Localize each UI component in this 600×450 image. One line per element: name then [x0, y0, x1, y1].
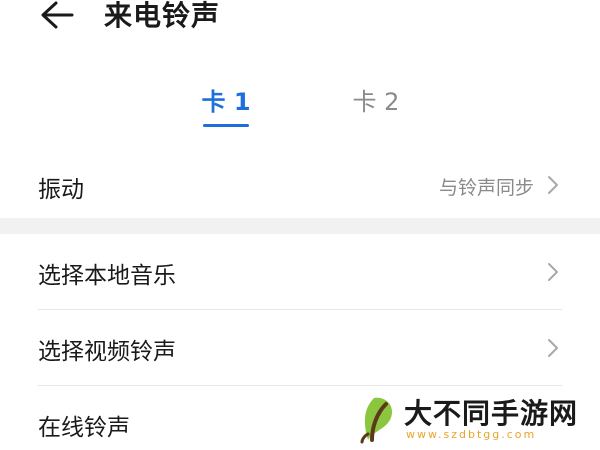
- select-local-music-row[interactable]: 选择本地音乐: [0, 234, 600, 310]
- vibration-label: 振动: [38, 177, 84, 203]
- tab-active-indicator: [203, 124, 249, 127]
- select-video-ringtone-row[interactable]: 选择视频铃声: [0, 310, 600, 386]
- sim-tabs: 卡 1 卡 2: [0, 84, 600, 134]
- watermark-brand: 大不同手游网: [404, 397, 579, 430]
- back-button[interactable]: [36, 0, 76, 32]
- arrow-left-icon: [41, 1, 74, 29]
- app-header: 来电铃声: [0, 0, 600, 40]
- page-title: 来电铃声: [104, 0, 221, 32]
- online-ringtone-label: 在线铃声: [38, 415, 130, 441]
- chevron-right-icon: [548, 176, 558, 194]
- tab-sim-2[interactable]: 卡 2: [336, 84, 416, 132]
- select-local-music-label: 选择本地音乐: [38, 263, 176, 289]
- vibration-row[interactable]: 振动 与铃声同步: [0, 158, 600, 216]
- leaf-logo-icon: [353, 397, 399, 444]
- section-gap: [0, 218, 600, 234]
- watermark-url: www.szdbtgg.com: [406, 428, 537, 441]
- chevron-right-icon: [548, 263, 558, 281]
- vibration-value: 与铃声同步: [438, 177, 534, 199]
- select-video-ringtone-label: 选择视频铃声: [38, 339, 176, 365]
- watermark: 大不同手游网 www.szdbtgg.com: [350, 390, 600, 450]
- chevron-right-icon: [548, 339, 558, 357]
